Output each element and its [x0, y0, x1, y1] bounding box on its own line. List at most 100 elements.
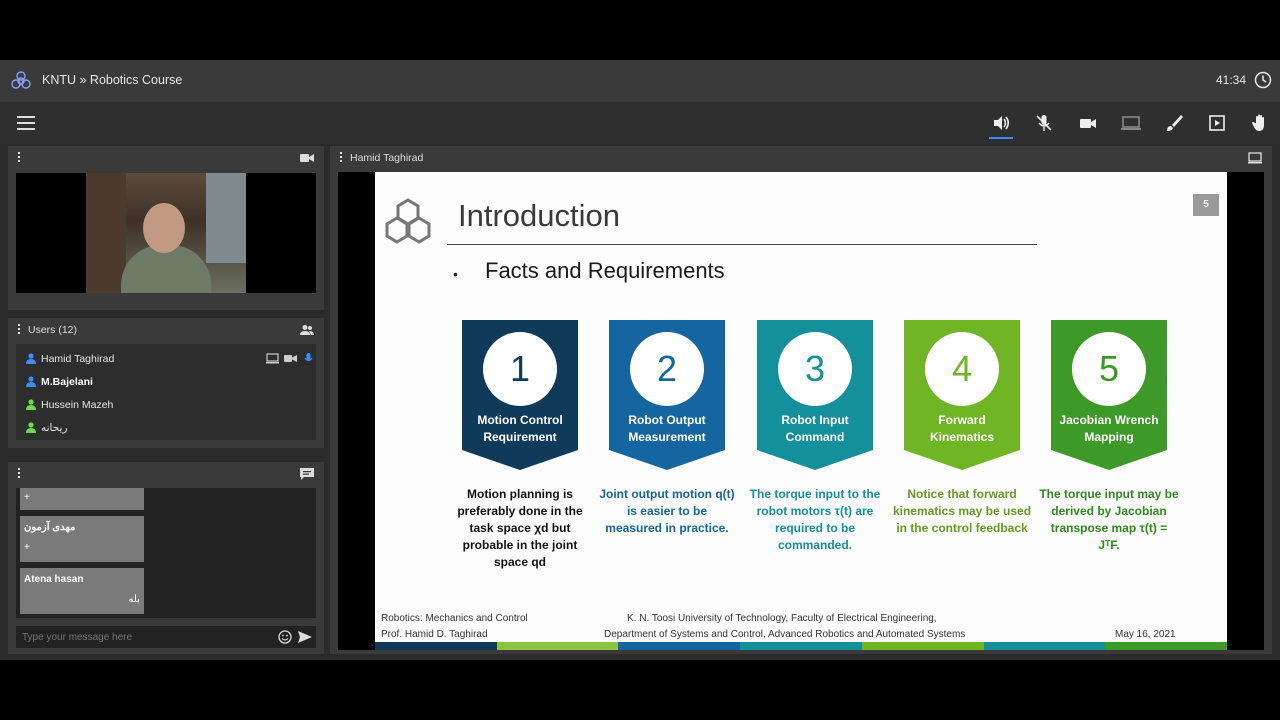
send-icon[interactable]: [298, 630, 312, 644]
card-label: Forward Kinematics: [929, 413, 995, 444]
user-name-self: M.Bajelani: [41, 376, 93, 388]
user-icon: [26, 422, 36, 433]
slide-bullet: Facts and Requirements: [485, 258, 725, 283]
footer-color-bar: [375, 642, 1227, 650]
card-number: 5: [1072, 332, 1146, 406]
mic-active-icon: [304, 353, 313, 362]
card-number: 4: [925, 332, 999, 406]
users-panel: Users (12) Hamid Taghirad M.Bajelani Hus…: [8, 318, 324, 448]
more-options-icon[interactable]: [18, 152, 22, 164]
card-description: The torque input may be derived by Jacob…: [1039, 487, 1179, 552]
users-group-icon[interactable]: [300, 324, 314, 336]
footer-date: May 16, 2021: [1115, 629, 1176, 640]
bullet-icon: •: [453, 266, 458, 282]
webcam-video: [16, 173, 316, 293]
slide-number: 5: [1193, 194, 1219, 216]
webcam-panel-header: [8, 146, 324, 170]
kntu-logo-icon: [11, 71, 31, 89]
footer-university: K. N. Toosi University of Technology, Fa…: [627, 613, 937, 624]
chat-message: مهدی آزمون +: [20, 516, 144, 562]
card-number: 3: [778, 332, 852, 406]
slide: Introduction 5 • Facts and Requirements …: [375, 172, 1227, 650]
user-name: Hamid Taghirad: [41, 353, 115, 365]
more-options-icon[interactable]: [18, 324, 22, 336]
chat-message: +: [20, 488, 144, 510]
user-name: Hussein Mazeh: [41, 399, 114, 411]
mic-muted-icon[interactable]: [1034, 113, 1054, 133]
user-row[interactable]: ریحانه: [16, 417, 316, 439]
card-label: Robot Input Command: [781, 413, 849, 444]
message-text: بله: [128, 594, 140, 605]
requirement-card-4: 4 Forward Kinematics: [904, 320, 1020, 470]
user-row[interactable]: Hamid Taghirad: [16, 348, 316, 370]
presenter-video-feed: [86, 173, 246, 293]
speaker-icon[interactable]: [989, 113, 1013, 139]
chat-input-bar: [16, 626, 316, 648]
slide-title: Introduction: [458, 198, 620, 233]
clock-icon: [1254, 71, 1272, 89]
chat-messages: + مهدی آزمون + Atena hasan بله: [16, 488, 316, 618]
users-count-label: Users (12): [28, 324, 78, 336]
footer-bar-segment: [618, 642, 741, 650]
footer-bar-segment: [861, 642, 984, 650]
title-bar: KNTU » Robotics Course 41:34: [0, 60, 1280, 102]
toolbar: [0, 102, 1280, 144]
user-icon: [26, 376, 36, 387]
requirement-card-1: 1 Motion Control Requirement: [462, 320, 578, 470]
requirement-card-5: 5 Jacobian Wrench Mapping: [1051, 320, 1167, 470]
message-text: +: [24, 542, 30, 553]
title-divider: [447, 244, 1037, 245]
chat-message-input[interactable]: [22, 630, 272, 644]
presentation-view: Introduction 5 • Facts and Requirements …: [338, 172, 1264, 650]
chat-panel-header: [8, 462, 324, 486]
footer-course: Robotics: Mechanics and Control: [381, 613, 528, 624]
webcam-panel: [8, 146, 324, 310]
chat-icon[interactable]: [300, 468, 314, 480]
chat-message: Atena hasan بله: [20, 568, 144, 614]
card-number: 1: [483, 332, 557, 406]
more-options-icon[interactable]: [18, 468, 22, 480]
footer-bar-segment: [496, 642, 619, 650]
presentation-panel-header: Hamid Taghirad: [330, 146, 1272, 170]
camera-icon[interactable]: [1078, 113, 1098, 133]
app-title: KNTU » Robotics Course: [42, 73, 183, 87]
message-author: مهدی آزمون: [24, 522, 76, 533]
presenter-name: Hamid Taghirad: [350, 152, 424, 164]
card-description: Joint output motion q(t) is easier to be…: [599, 487, 735, 535]
conference-app: KNTU » Robotics Course 41:34 Users (12) …: [0, 60, 1280, 660]
user-row[interactable]: Hussein Mazeh: [16, 394, 316, 416]
screen-share-status-icon: [266, 353, 279, 364]
message-author: Atena hasan: [24, 574, 84, 585]
brush-icon[interactable]: [1164, 113, 1184, 133]
menu-icon[interactable]: [17, 116, 35, 130]
camera-status-icon: [284, 355, 297, 362]
message-text: +: [24, 492, 30, 503]
card-description: Notice that forward kinematics may be us…: [892, 487, 1032, 535]
footer-bar-segment: [375, 642, 497, 650]
user-name: ریحانه: [41, 422, 68, 434]
footer-bar-segment: [983, 642, 1106, 650]
emoji-icon[interactable]: [278, 630, 292, 644]
footer-bar-segment: [1105, 642, 1227, 650]
more-options-icon[interactable]: [340, 152, 344, 164]
card-number: 2: [630, 332, 704, 406]
card-label: Motion Control Requirement: [477, 413, 563, 444]
screen-share-icon[interactable]: [1121, 113, 1141, 133]
screen-share-icon[interactable]: [1248, 152, 1262, 164]
session-timer: 41:34: [1215, 73, 1246, 87]
card-description: The torque input to the robot motors τ(t…: [749, 487, 881, 552]
presentation-icon[interactable]: [1207, 113, 1227, 133]
card-label: Robot Output Measurement: [628, 413, 706, 444]
user-icon: [26, 399, 36, 410]
requirement-card-3: 3 Robot Input Command: [757, 320, 873, 470]
user-icon: [26, 353, 36, 364]
footer-department: Department of Systems and Control, Advan…: [604, 629, 966, 640]
user-row[interactable]: M.Bajelani: [16, 371, 316, 393]
footer-bar-segment: [740, 642, 862, 650]
chat-panel: + مهدی آزمون + Atena hasan بله: [8, 462, 324, 654]
camera-icon[interactable]: [300, 152, 314, 164]
users-list: Hamid Taghirad M.Bajelani Hussein Mazeh …: [16, 344, 316, 440]
card-label: Jacobian Wrench Mapping: [1059, 413, 1159, 444]
kntu-logo-icon: [385, 198, 431, 244]
raise-hand-icon[interactable]: [1250, 113, 1270, 133]
